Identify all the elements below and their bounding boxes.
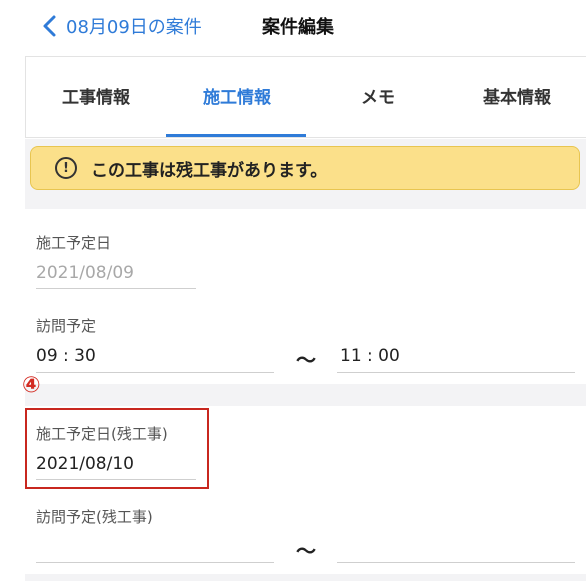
remaining-visit-end-field[interactable] — [340, 536, 578, 558]
section-divider — [25, 384, 586, 406]
exclamation-icon: ! — [55, 157, 77, 179]
remaining-visit-start-underline — [36, 562, 274, 563]
visit-start-underline — [36, 372, 274, 373]
remaining-visit-start-field[interactable] — [36, 536, 274, 558]
construction-date-value: 2021/08/09 — [36, 263, 134, 283]
visit-end-underline — [337, 372, 575, 373]
tab-installation-info[interactable]: 施工情報 — [167, 57, 307, 138]
remaining-visit-label: 訪問予定(残工事) — [36, 508, 153, 526]
back-button[interactable]: 08月09日の案件 — [40, 12, 202, 40]
tab-basic-info[interactable]: 基本情報 — [447, 57, 586, 138]
remaining-visit-separator: 〜 — [296, 539, 316, 563]
bottom-band — [25, 574, 586, 581]
visit-label: 訪問予定 — [36, 317, 97, 335]
back-label[interactable]: 08月09日の案件 — [66, 13, 202, 39]
visit-separator: 〜 — [296, 348, 316, 372]
page-title: 案件編集 — [262, 17, 334, 38]
annotation-number: ④ — [22, 373, 41, 398]
chevron-left-icon — [43, 15, 56, 37]
tab-construction-info[interactable]: 工事情報 — [26, 57, 166, 138]
visit-end-field[interactable]: 11 : 00 — [340, 346, 400, 366]
header-bar: 08月09日の案件 案件編集 — [0, 0, 586, 56]
remaining-work-alert: ! この工事は残工事があります。 — [30, 146, 580, 190]
active-tab-indicator — [166, 134, 306, 137]
construction-date-label: 施工予定日 — [36, 234, 112, 252]
alert-message: この工事は残工事があります。 — [91, 160, 328, 181]
construction-date-underline — [36, 288, 196, 289]
tab-bar: 工事情報 施工情報 メモ 基本情報 — [25, 56, 586, 138]
annotation-highlight-box — [25, 408, 209, 489]
visit-start-field[interactable]: 09 : 30 — [36, 346, 96, 366]
remaining-visit-end-underline — [337, 562, 575, 563]
tab-memo[interactable]: メモ — [308, 57, 448, 138]
